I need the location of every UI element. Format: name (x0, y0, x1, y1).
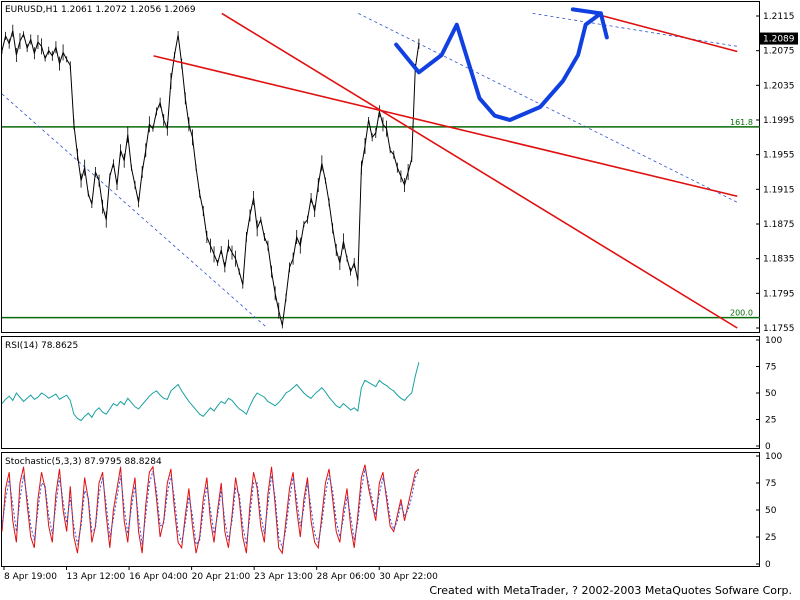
y-tick-label: 1.1875 (763, 220, 795, 230)
stoch-y-tick-label: 25 (765, 533, 776, 543)
stochastic-title: Stochastic(5,3,3) 87.9795 88.8284 (5, 457, 162, 467)
y-tick-label: 1.1835 (763, 255, 795, 265)
main-pane-frame (1, 1, 760, 333)
rsi-title: RSI(14) 78.8625 (5, 341, 78, 351)
y-tick-label: 1.1955 (763, 151, 795, 161)
chart-canvas: 1.2115 1.2075 1.2035 1.1995 1.1955 1.1915 1.18… (1, 1, 798, 582)
y-tick-label: 1.1995 (763, 116, 795, 126)
x-tick-label: 20 Apr 21:00 (192, 572, 251, 582)
x-tick-label: 16 Apr 04:00 (129, 572, 188, 582)
rsi-y-tick-label: 25 (765, 416, 776, 426)
y-tick-label: 1.1795 (763, 289, 795, 299)
last-price-label: 1.2089 (763, 35, 795, 45)
x-tick-label: 8 Apr 19:00 (4, 572, 57, 582)
fibo-level-label: 200.0 (730, 309, 753, 318)
stoch-y-tick-label: 50 (765, 506, 777, 516)
y-tick-label: 1.2035 (763, 81, 795, 91)
rsi-pane-frame (1, 336, 760, 449)
stoch-y-tick-label: 0 (765, 560, 771, 570)
fibo-level-label: 161.8 (730, 118, 753, 127)
rsi-y-tick-label: 50 (765, 389, 777, 399)
rsi-y-tick-label: 75 (765, 363, 776, 373)
rsi-y-tick-label: 100 (765, 336, 782, 346)
main-title: EURUSD,H1 1.2061 1.2072 1.2056 1.2069 (5, 5, 196, 15)
rsi-y-tick-label: 0 (765, 442, 771, 452)
y-tick-label: 1.2115 (763, 12, 795, 22)
stoch-y-tick-label: 75 (765, 479, 776, 489)
x-axis: 8 Apr 19:00 13 Apr 12:00 16 Apr 04:00 20 Ap… (3, 566, 438, 582)
stoch-y-tick-label: 100 (765, 452, 782, 462)
y-tick-label: 1.1915 (763, 185, 795, 195)
x-tick-label: 30 Apr 22:00 (379, 572, 438, 582)
y-tick-label: 1.2075 (763, 47, 795, 57)
y-tick-label: 1.1755 (763, 324, 795, 334)
x-tick-label: 13 Apr 12:00 (67, 572, 126, 582)
x-tick-label: 28 Apr 06:00 (317, 572, 376, 582)
footer-credit: Created with MetaTrader, ? 2002-2003 Met… (429, 584, 792, 597)
x-tick-label: 23 Apr 13:00 (254, 572, 313, 582)
